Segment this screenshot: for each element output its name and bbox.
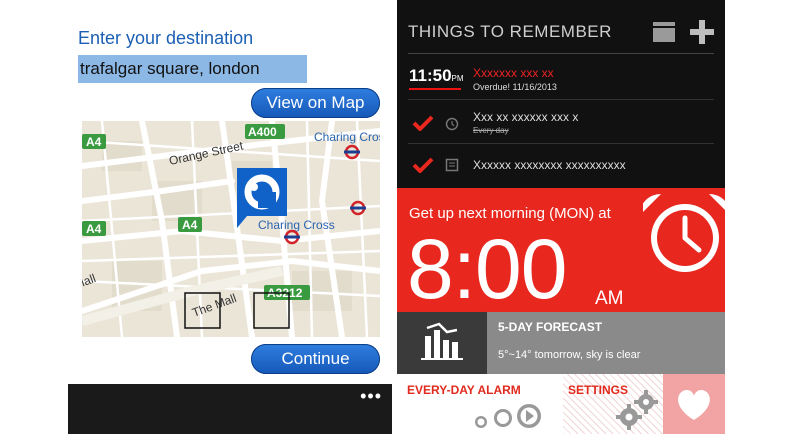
every-day-alarm-title: EVERY-DAY ALARM xyxy=(407,383,521,397)
road-label-a400: A400 xyxy=(248,125,277,139)
alarm-ampm: AM xyxy=(595,288,624,309)
settings-title: SETTINGS xyxy=(568,383,629,397)
map-view[interactable]: A4 A400 A4 A4 A3212 Orange Street Charin… xyxy=(82,121,380,337)
continue-button[interactable]: Continue xyxy=(251,344,380,374)
overdue-indicator xyxy=(409,88,461,90)
task-time[interactable]: 11:50PM xyxy=(409,66,464,86)
map-label-charing-cross: Charing Cross xyxy=(258,218,335,232)
destination-input[interactable]: trafalgar square, london xyxy=(78,55,307,83)
forecast-icon-tile[interactable] xyxy=(397,312,487,374)
card-view-icon[interactable] xyxy=(653,22,675,42)
divider xyxy=(408,143,714,144)
favorite-tile[interactable] xyxy=(663,374,725,434)
add-icon[interactable] xyxy=(690,20,714,44)
map-graphic: A4 A400 A4 A4 A3212 Orange Street Charin… xyxy=(82,121,380,337)
view-on-map-button[interactable]: View on Map xyxy=(251,88,380,118)
task-title[interactable]: Xxxxxxx xxx xx xyxy=(473,66,554,80)
heart-icon xyxy=(678,390,710,420)
alarm-clock-icon xyxy=(643,194,725,272)
things-to-remember-title: THINGS TO REMEMBER xyxy=(408,22,612,41)
task-subtitle: Overdue! 11/16/2013 xyxy=(473,82,557,92)
more-options-icon[interactable]: ••• xyxy=(360,386,382,407)
alarm-label: Get up next morning (MON) at xyxy=(409,205,611,222)
destination-label: Enter your destination xyxy=(78,28,254,48)
task-title[interactable]: Xxx xx xxxxxx xxx x xyxy=(473,110,578,124)
clock-icon xyxy=(445,117,459,131)
app-bar: ••• xyxy=(68,384,392,434)
divider xyxy=(408,53,714,54)
forecast-title: 5-DAY FORECAST xyxy=(498,320,603,334)
forecast-text: 5°~14° tomorrow, sky is clear xyxy=(498,349,641,361)
note-icon xyxy=(445,158,459,172)
divider xyxy=(408,99,714,100)
task-title[interactable]: Xxxxxx xxxxxxxx xxxxxxxxxx xyxy=(473,158,626,172)
forecast-chart-icon xyxy=(421,322,463,360)
next-alarm-tile[interactable]: Get up next morning (MON) at 8:00 AM xyxy=(397,188,725,312)
alarm-screen: THINGS TO REMEMBER 11:50PM Xxxxxxx xxx x… xyxy=(397,0,725,434)
alarm-clocks-icon xyxy=(475,404,541,428)
alarm-time: 8:00 xyxy=(407,222,567,312)
checkmark-icon[interactable] xyxy=(412,115,434,131)
road-label-a4: A4 xyxy=(182,218,198,232)
task-subtitle: Every day xyxy=(473,126,509,135)
road-label-a4: A4 xyxy=(86,135,102,149)
map-label-charing-cross: Charing Cross xyxy=(314,130,380,144)
navigation-screen: Enter your destination trafalgar square,… xyxy=(68,0,392,434)
checkmark-icon[interactable] xyxy=(412,157,434,173)
road-label-a4: A4 xyxy=(86,222,102,236)
